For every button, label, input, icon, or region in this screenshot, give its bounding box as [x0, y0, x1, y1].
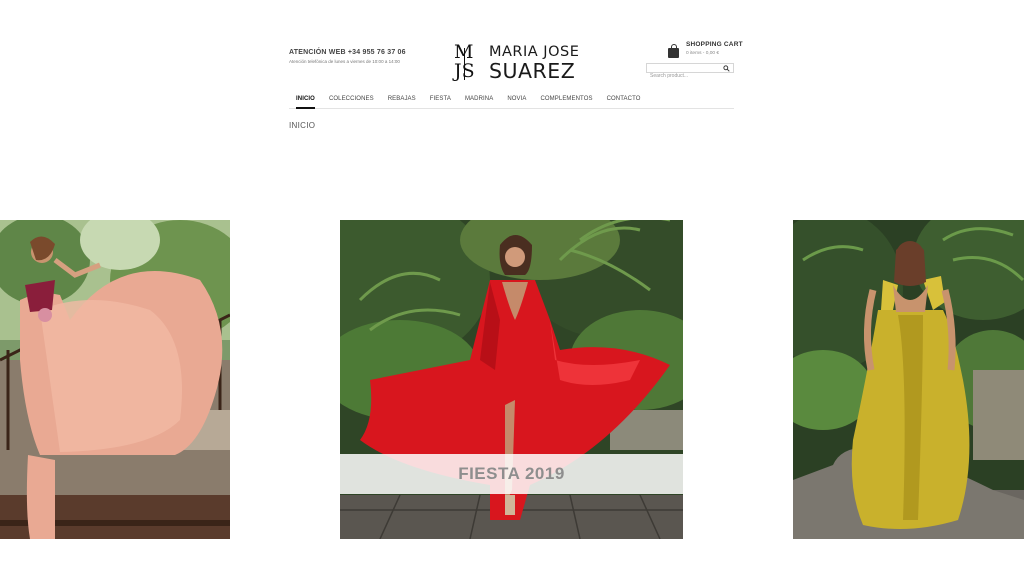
main-nav: INICIO COLECCIONES REBAJAS FIESTA MADRIN…: [289, 95, 734, 109]
page-title: INICIO: [289, 121, 316, 130]
search-box: [646, 63, 734, 80]
logo-wordmark: MARIA JOSE SUAREZ: [489, 44, 579, 82]
cart-title: SHOPPING CART: [686, 41, 743, 48]
slide-right-image: [793, 220, 1024, 539]
slide-left[interactable]: [0, 220, 230, 539]
logo-line-1: MARIA JOSE: [489, 44, 580, 60]
logo-line-2: SUAREZ: [489, 59, 576, 83]
slide-right[interactable]: [793, 220, 1024, 539]
slide-left-image: [0, 220, 230, 539]
contact-info: ATENCIÓN WEB +34 955 76 37 06 Atención t…: [289, 49, 406, 64]
nav-item-colecciones[interactable]: COLECCIONES: [322, 95, 381, 108]
contact-hours: Atención telefónica de lunes a viernes d…: [289, 59, 400, 64]
shopping-cart[interactable]: SHOPPING CART 0 items - 0,00 €: [668, 41, 743, 58]
search-icon[interactable]: [723, 65, 730, 72]
cart-summary: 0 items - 0,00 €: [686, 51, 720, 56]
slide-caption[interactable]: FIESTA 2019: [458, 464, 565, 484]
slide-caption-band: FIESTA 2019: [340, 454, 683, 494]
slide-center[interactable]: FIESTA 2019: [340, 220, 683, 539]
nav-item-madrina[interactable]: MADRINA: [458, 95, 500, 108]
nav-item-fiesta[interactable]: FIESTA: [423, 95, 458, 108]
search-input[interactable]: [647, 72, 719, 80]
nav-item-rebajas[interactable]: REBAJAS: [381, 95, 423, 108]
nav-item-contacto[interactable]: CONTACTO: [600, 95, 648, 108]
shopping-bag-icon: [668, 44, 679, 58]
nav-item-novia[interactable]: NOVIA: [500, 95, 533, 108]
nav-item-inicio[interactable]: INICIO: [289, 95, 322, 109]
nav-item-complementos[interactable]: COMPLEMENTOS: [533, 95, 599, 108]
logo-monogram: M JS: [452, 43, 478, 82]
contact-phone[interactable]: ATENCIÓN WEB +34 955 76 37 06: [289, 49, 406, 56]
brand-logo[interactable]: M JS MARIA JOSE SUAREZ: [452, 43, 579, 83]
